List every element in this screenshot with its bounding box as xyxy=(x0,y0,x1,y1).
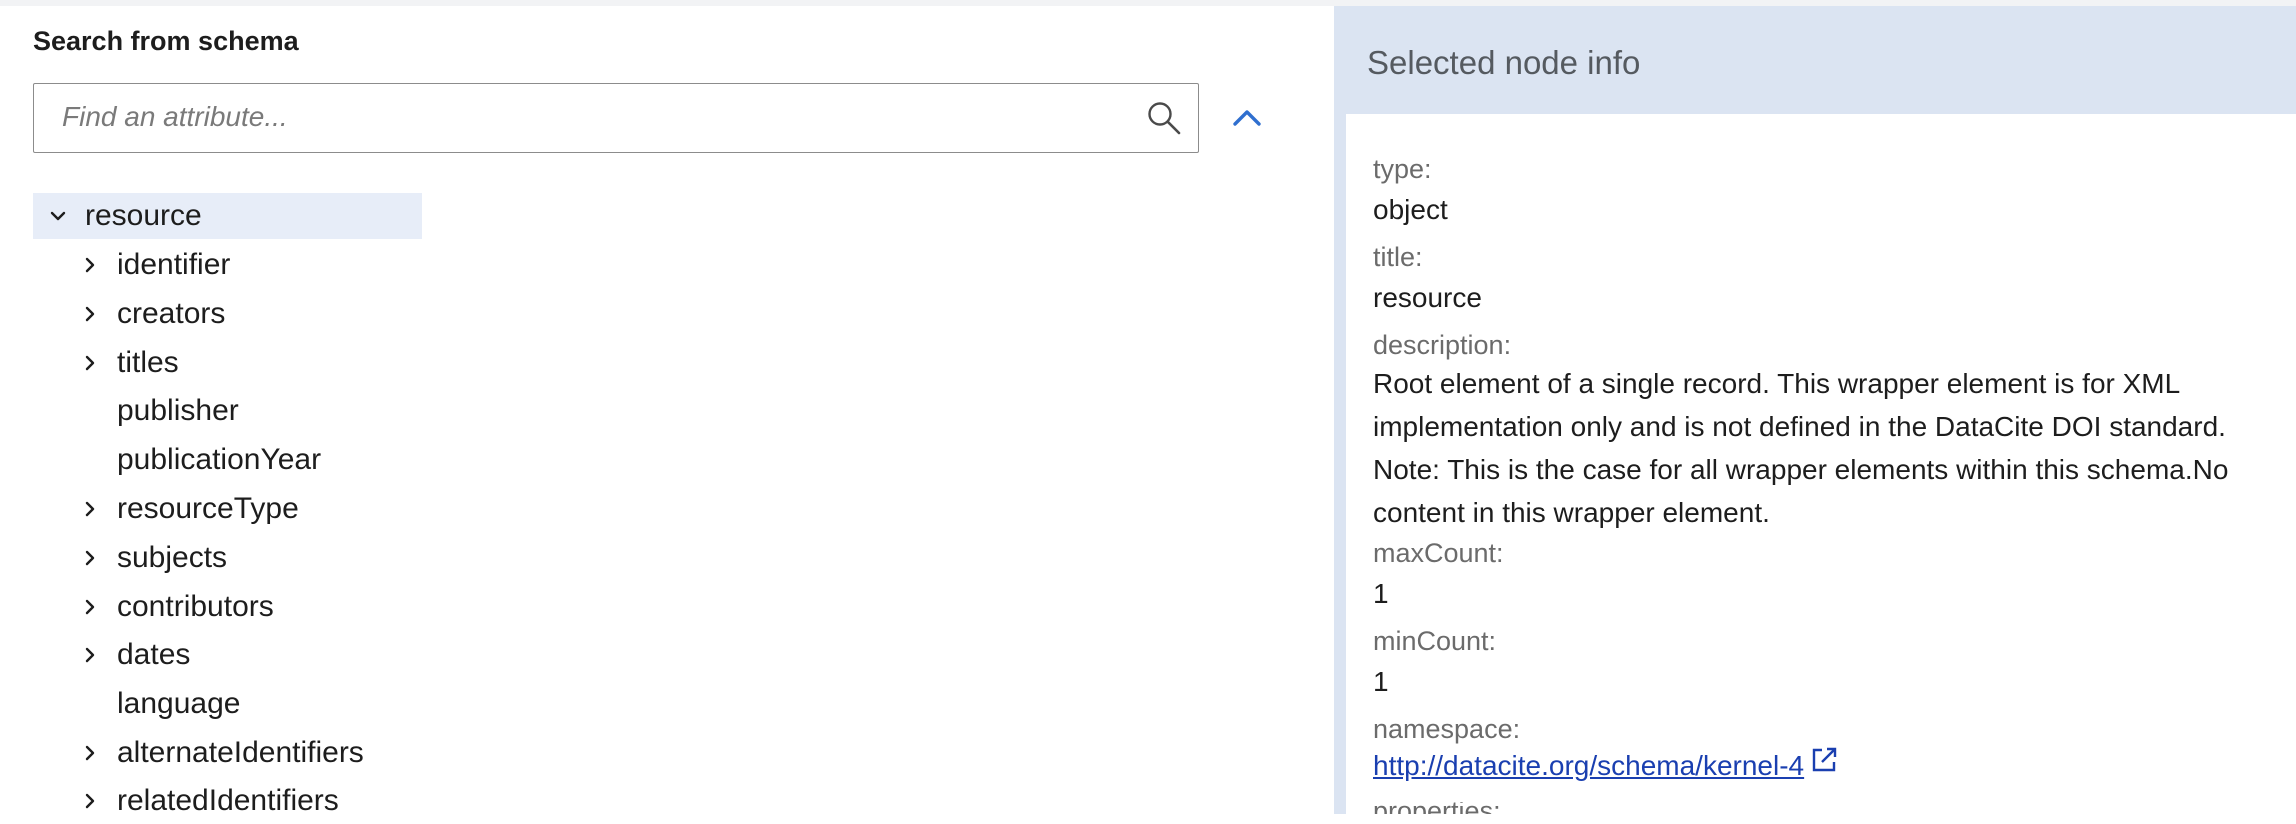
chevron-right-icon[interactable] xyxy=(77,350,103,376)
namespace-label: namespace: xyxy=(1373,714,1521,744)
tree-node-label: resourceType xyxy=(117,492,299,525)
search-icon[interactable] xyxy=(1146,100,1182,136)
mincount-value: 1 xyxy=(1373,666,1389,697)
tree-node-creators[interactable]: creators xyxy=(77,291,225,337)
search-input[interactable] xyxy=(62,84,1102,150)
tree-node-publisher[interactable]: publisher xyxy=(77,388,239,434)
properties-label: properties: xyxy=(1373,802,1501,814)
external-link-icon[interactable] xyxy=(1808,744,1840,776)
tree-node-label: resource xyxy=(85,199,202,232)
description-label: description: xyxy=(1373,330,1512,360)
tree-node-label: contributors xyxy=(117,590,274,623)
tree-node-label: publisher xyxy=(117,394,239,427)
chevron-right-icon[interactable] xyxy=(77,252,103,278)
chevron-right-icon[interactable] xyxy=(77,301,103,327)
maxcount-value: 1 xyxy=(1373,578,1389,609)
tree-node-label: language xyxy=(117,687,241,720)
tree-node-label: titles xyxy=(117,346,179,379)
node-info-panel: Selected node info type: object title: r… xyxy=(1334,6,2296,814)
tree-node-alternateidentifiers[interactable]: alternateIdentifiers xyxy=(77,730,364,776)
panel-title: Selected node info xyxy=(1367,44,1641,81)
chevron-down-icon[interactable] xyxy=(45,203,71,229)
title-label: title: xyxy=(1373,242,1423,272)
tree-node-subjects[interactable]: subjects xyxy=(77,535,227,581)
chevron-right-icon[interactable] xyxy=(77,788,103,814)
tree-node-contributors[interactable]: contributors xyxy=(77,584,274,630)
tree-node-relatedidentifiers[interactable]: relatedIdentifiers xyxy=(77,778,339,824)
schema-search-pane: Search from schema resource identifier xyxy=(0,6,1334,817)
chevron-right-icon[interactable] xyxy=(77,642,103,668)
chevron-right-icon[interactable] xyxy=(77,496,103,522)
type-value: object xyxy=(1373,194,1448,225)
tree-node-label: identifier xyxy=(117,248,231,281)
tree-node-publicationyear[interactable]: publicationYear xyxy=(77,437,321,483)
namespace-link-text[interactable]: http://datacite.org/schema/kernel-4 xyxy=(1373,750,1804,782)
chevron-right-icon[interactable] xyxy=(77,545,103,571)
tree-node-identifier[interactable]: identifier xyxy=(77,242,230,288)
type-label: type: xyxy=(1373,154,1432,184)
chevron-right-icon[interactable] xyxy=(77,594,103,620)
tree-node-label: subjects xyxy=(117,541,228,574)
chevron-right-icon[interactable] xyxy=(77,740,103,766)
tree-node-dates[interactable]: dates xyxy=(77,632,190,678)
tree-node-resourcetype[interactable]: resourceType xyxy=(77,486,299,532)
tree-node-label: alternateIdentifiers xyxy=(117,736,364,769)
tree-node-resource[interactable]: resource xyxy=(33,193,422,239)
namespace-link[interactable]: http://datacite.org/schema/kernel-4 xyxy=(1373,747,1840,782)
tree-node-label: dates xyxy=(117,638,191,671)
chevron-up-icon[interactable] xyxy=(1230,104,1264,132)
mincount-label: minCount: xyxy=(1373,626,1497,656)
title-value: resource xyxy=(1373,282,1482,313)
search-box[interactable] xyxy=(33,83,1199,153)
tree-node-label: relatedIdentifiers xyxy=(117,784,339,817)
tree-node-label: creators xyxy=(117,297,226,330)
tree-node-titles[interactable]: titles xyxy=(77,340,179,386)
node-info-card: type: object title: resource description… xyxy=(1346,114,2296,814)
tree-node-label: publicationYear xyxy=(117,443,322,476)
description-value: Root element of a single record. This wr… xyxy=(1373,368,2229,528)
tree-node-language[interactable]: language xyxy=(77,681,240,727)
maxcount-label: maxCount: xyxy=(1373,538,1504,568)
search-section-title: Search from schema xyxy=(33,26,299,56)
